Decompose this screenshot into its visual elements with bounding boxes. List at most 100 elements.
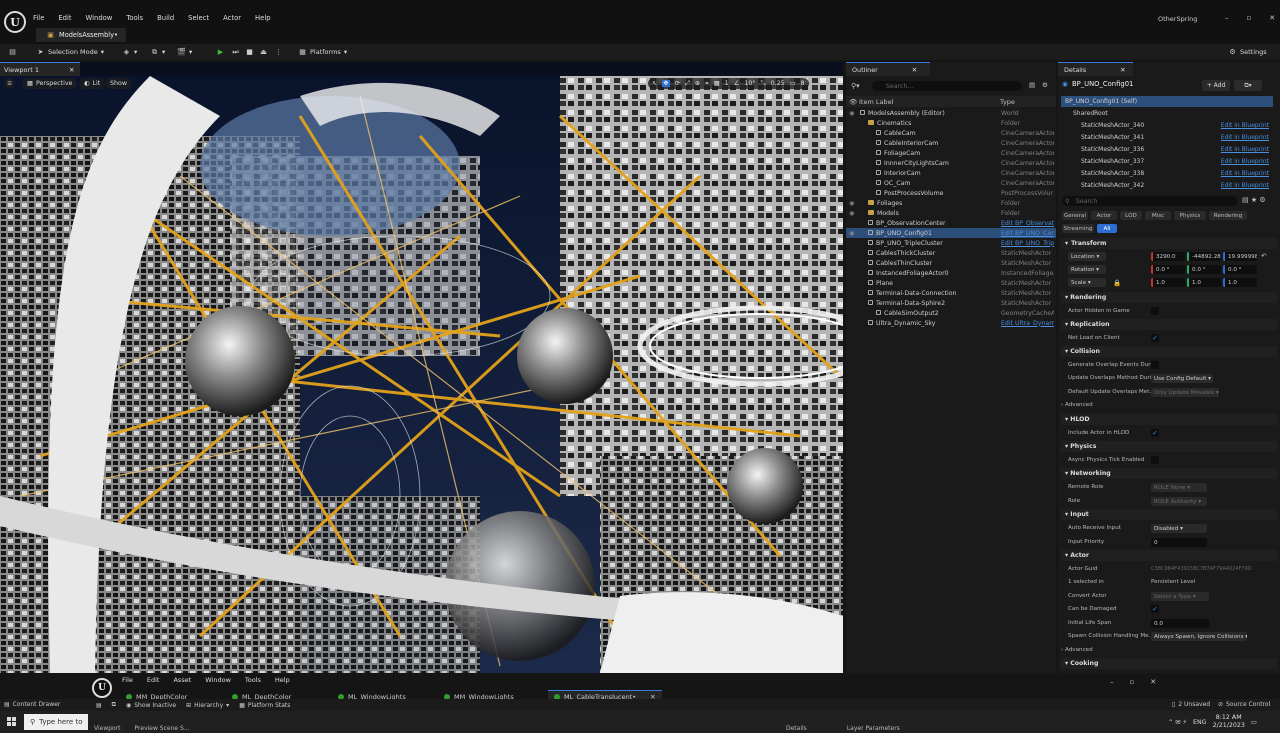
viewport-tab-bottom[interactable]: Viewport — [94, 725, 121, 732]
tray-icons[interactable]: ⌃ ✉ ⚡ — [1168, 719, 1187, 726]
camera-speed-value[interactable]: 8 — [801, 80, 805, 87]
reset-icon[interactable]: ↶ — [1261, 252, 1266, 260]
outliner-row[interactable]: Plane StaticMeshActor — [846, 278, 1056, 288]
outliner-row[interactable]: BP_UNO_TripleCluster Edit BP_UNO_Trip — [846, 238, 1056, 248]
outliner-row[interactable]: CableSimOutput2 GeometryCacheA — [846, 308, 1056, 318]
component-row[interactable]: StaticMeshActor_342 Edit in Blueprint — [1061, 180, 1273, 191]
outliner-row[interactable]: CableInteriorCam CineCameraActor — [846, 138, 1056, 148]
grid-snap-icon[interactable]: ▦ — [714, 80, 720, 87]
outliner-row[interactable]: ◉ Foliages Folder — [846, 198, 1056, 208]
filter-tab-streaming[interactable]: Streaming — [1062, 224, 1094, 233]
outliner-row[interactable]: ◉ BP_UNO_Config01 Edit BP_UNO_Con — [846, 228, 1056, 238]
location-x[interactable]: 3290.0 — [1151, 252, 1185, 261]
outliner-row[interactable]: CablesThinCluster StaticMeshActor — [846, 258, 1056, 268]
include-hlod-checkbox[interactable]: ✓ — [1151, 429, 1159, 437]
input-section[interactable]: ▾ Input — [1061, 509, 1277, 520]
visibility-eye-icon[interactable]: ◉ — [849, 200, 854, 207]
camera-speed-icon[interactable]: ▭ — [790, 80, 796, 87]
convert-actor-dropdown[interactable]: Select a Type ▾ — [1151, 592, 1209, 601]
edit-in-blueprint-link[interactable]: Edit in Blueprint — [1221, 158, 1269, 165]
viewport-tab[interactable]: Viewport 1 ✕ — [0, 62, 80, 76]
blueprint-button[interactable]: ⧉ ▾ — [150, 46, 165, 58]
settings-button[interactable]: ⚙ Settings — [1228, 46, 1266, 58]
outliner-row[interactable]: FoliageCam CineCameraActor — [846, 148, 1056, 158]
maximize-button[interactable]: ▫ — [1130, 678, 1135, 686]
step-button[interactable]: ⏭ — [231, 46, 240, 58]
menu-asset[interactable]: Asset — [173, 676, 191, 684]
rotation-z[interactable]: 0.0 ° — [1223, 265, 1257, 274]
collision-section[interactable]: ▾ Collision — [1061, 346, 1277, 357]
filter-tab-lod[interactable]: LOD — [1120, 211, 1142, 220]
scale-z[interactable]: 1.0 — [1223, 278, 1257, 287]
component-row[interactable]: StaticMeshActor_340 Edit in Blueprint — [1061, 120, 1273, 131]
visibility-eye-icon[interactable]: ◉ — [849, 210, 854, 217]
unsaved-indicator[interactable]: ▯ 2 Unsaved — [1172, 701, 1210, 708]
translate-icon[interactable]: ✥ — [662, 80, 670, 87]
scale-x[interactable]: 1.0 — [1151, 278, 1185, 287]
outliner-row[interactable]: InteriorCam CineCameraActor — [846, 168, 1056, 178]
close-button[interactable]: ✕ — [1269, 14, 1275, 22]
edit-in-blueprint-link[interactable]: Edit in Blueprint — [1221, 122, 1269, 129]
component-row[interactable]: StaticMeshActor_338 Edit in Blueprint — [1061, 168, 1273, 179]
notification-icon[interactable]: ▭ — [1251, 719, 1257, 726]
outliner-row[interactable]: Terminal-Data-Sphire2 StaticMeshActor — [846, 298, 1056, 308]
rotate-icon[interactable]: ⟳ — [675, 80, 680, 87]
clock[interactable]: 8:12 AM 2/21/2023 — [1213, 714, 1245, 730]
replication-section[interactable]: ▾ Replication — [1061, 319, 1277, 330]
rotation-y[interactable]: 0.0 ° — [1187, 265, 1221, 274]
transform-section[interactable]: ▾ Transform — [1061, 238, 1277, 249]
show-inactive-button[interactable]: ◉ Show Inactive — [126, 702, 176, 709]
location-z[interactable]: 19.999998 — [1223, 252, 1257, 261]
filter-tab-rendering[interactable]: Rendering — [1209, 211, 1247, 220]
platforms-dropdown[interactable]: ▦ Platforms ▾ — [298, 46, 347, 58]
rotation-dropdown[interactable]: Rotation ▾ — [1068, 265, 1106, 274]
filter-tab-all[interactable]: All — [1097, 224, 1117, 233]
outliner-item-type[interactable]: Edit Ultra_Dynami — [1001, 320, 1054, 327]
physics-section[interactable]: ▾ Physics — [1061, 441, 1277, 452]
location-y[interactable]: -44892.28( — [1187, 252, 1221, 261]
source-control-button[interactable]: ⊘ Source Control — [1218, 701, 1270, 708]
lit-button[interactable]: ◐ Lit — [79, 78, 106, 89]
actor-section[interactable]: ▾ Actor — [1061, 550, 1277, 561]
menu-window[interactable]: Window — [205, 676, 231, 684]
component-row[interactable]: StaticMeshActor_337 Edit in Blueprint — [1061, 156, 1273, 167]
scale-dropdown[interactable]: Scale ▾ — [1068, 278, 1106, 287]
viewport-scene[interactable] — [0, 76, 843, 673]
role-dropdown[interactable]: ROLE Authority ▾ — [1151, 497, 1207, 506]
visibility-eye-icon[interactable]: ◉ — [849, 230, 854, 237]
view-options-icons[interactable]: ▤ ★ ⚙ — [1242, 196, 1266, 204]
type-header[interactable]: Type — [1000, 98, 1015, 106]
remote-role-dropdown[interactable]: ROLE None ▾ — [1151, 483, 1207, 492]
unreal-logo-icon[interactable]: U — [92, 678, 112, 698]
browse-icon[interactable]: ⧉ — [112, 701, 116, 709]
platform-stats-button[interactable]: ▦ Platform Stats — [239, 702, 290, 709]
scale-snap-icon[interactable]: ⤡ — [761, 80, 766, 88]
add-content-button[interactable]: ◈ ▾ — [122, 46, 137, 58]
content-drawer-button[interactable]: ▤ Content Drawer — [4, 701, 60, 708]
menu-window[interactable]: Window — [86, 14, 113, 22]
unreal-logo-icon[interactable]: U — [4, 11, 26, 33]
selection-mode-dropdown[interactable]: ➤ Selection Mode ▾ — [36, 46, 104, 58]
outliner-row[interactable]: CablesThickCluster StaticMeshActor — [846, 248, 1056, 258]
close-button[interactable]: ✕ — [1150, 678, 1156, 686]
more-options-button[interactable]: ⋮ — [274, 46, 283, 58]
edit-in-blueprint-link[interactable]: Edit in Blueprint — [1221, 134, 1269, 141]
menu-select[interactable]: Select — [188, 14, 209, 22]
windows-start-icon[interactable] — [7, 717, 16, 726]
net-load-checkbox[interactable]: ✓ — [1151, 334, 1159, 342]
filter-tab-general[interactable]: General — [1062, 211, 1088, 220]
filter-tab-actor[interactable]: Actor — [1091, 211, 1117, 220]
outliner-row[interactable]: PostProcessVolume PostProcessVolur — [846, 188, 1056, 198]
outliner-row[interactable]: Ultra_Dynamic_Sky Edit Ultra_Dynami — [846, 318, 1056, 328]
menu-edit[interactable]: Edit — [58, 14, 71, 22]
outliner-row[interactable]: Terminal-Data-Connection StaticMeshActor — [846, 288, 1056, 298]
details-tab-bottom[interactable]: Details — [786, 725, 807, 732]
item-label-header[interactable]: Item Label — [859, 98, 893, 106]
filter-icon[interactable]: ⚲▾ — [851, 82, 860, 90]
visibility-eye-icon[interactable]: ◉ — [849, 110, 854, 117]
gear-icon[interactable]: ⚙ — [1042, 81, 1048, 89]
add-component-button[interactable]: + Add — [1202, 80, 1230, 91]
menu-file[interactable]: File — [122, 676, 133, 684]
can-be-damaged-checkbox[interactable]: ✓ — [1151, 605, 1159, 613]
close-icon[interactable]: ✕ — [1120, 66, 1125, 74]
